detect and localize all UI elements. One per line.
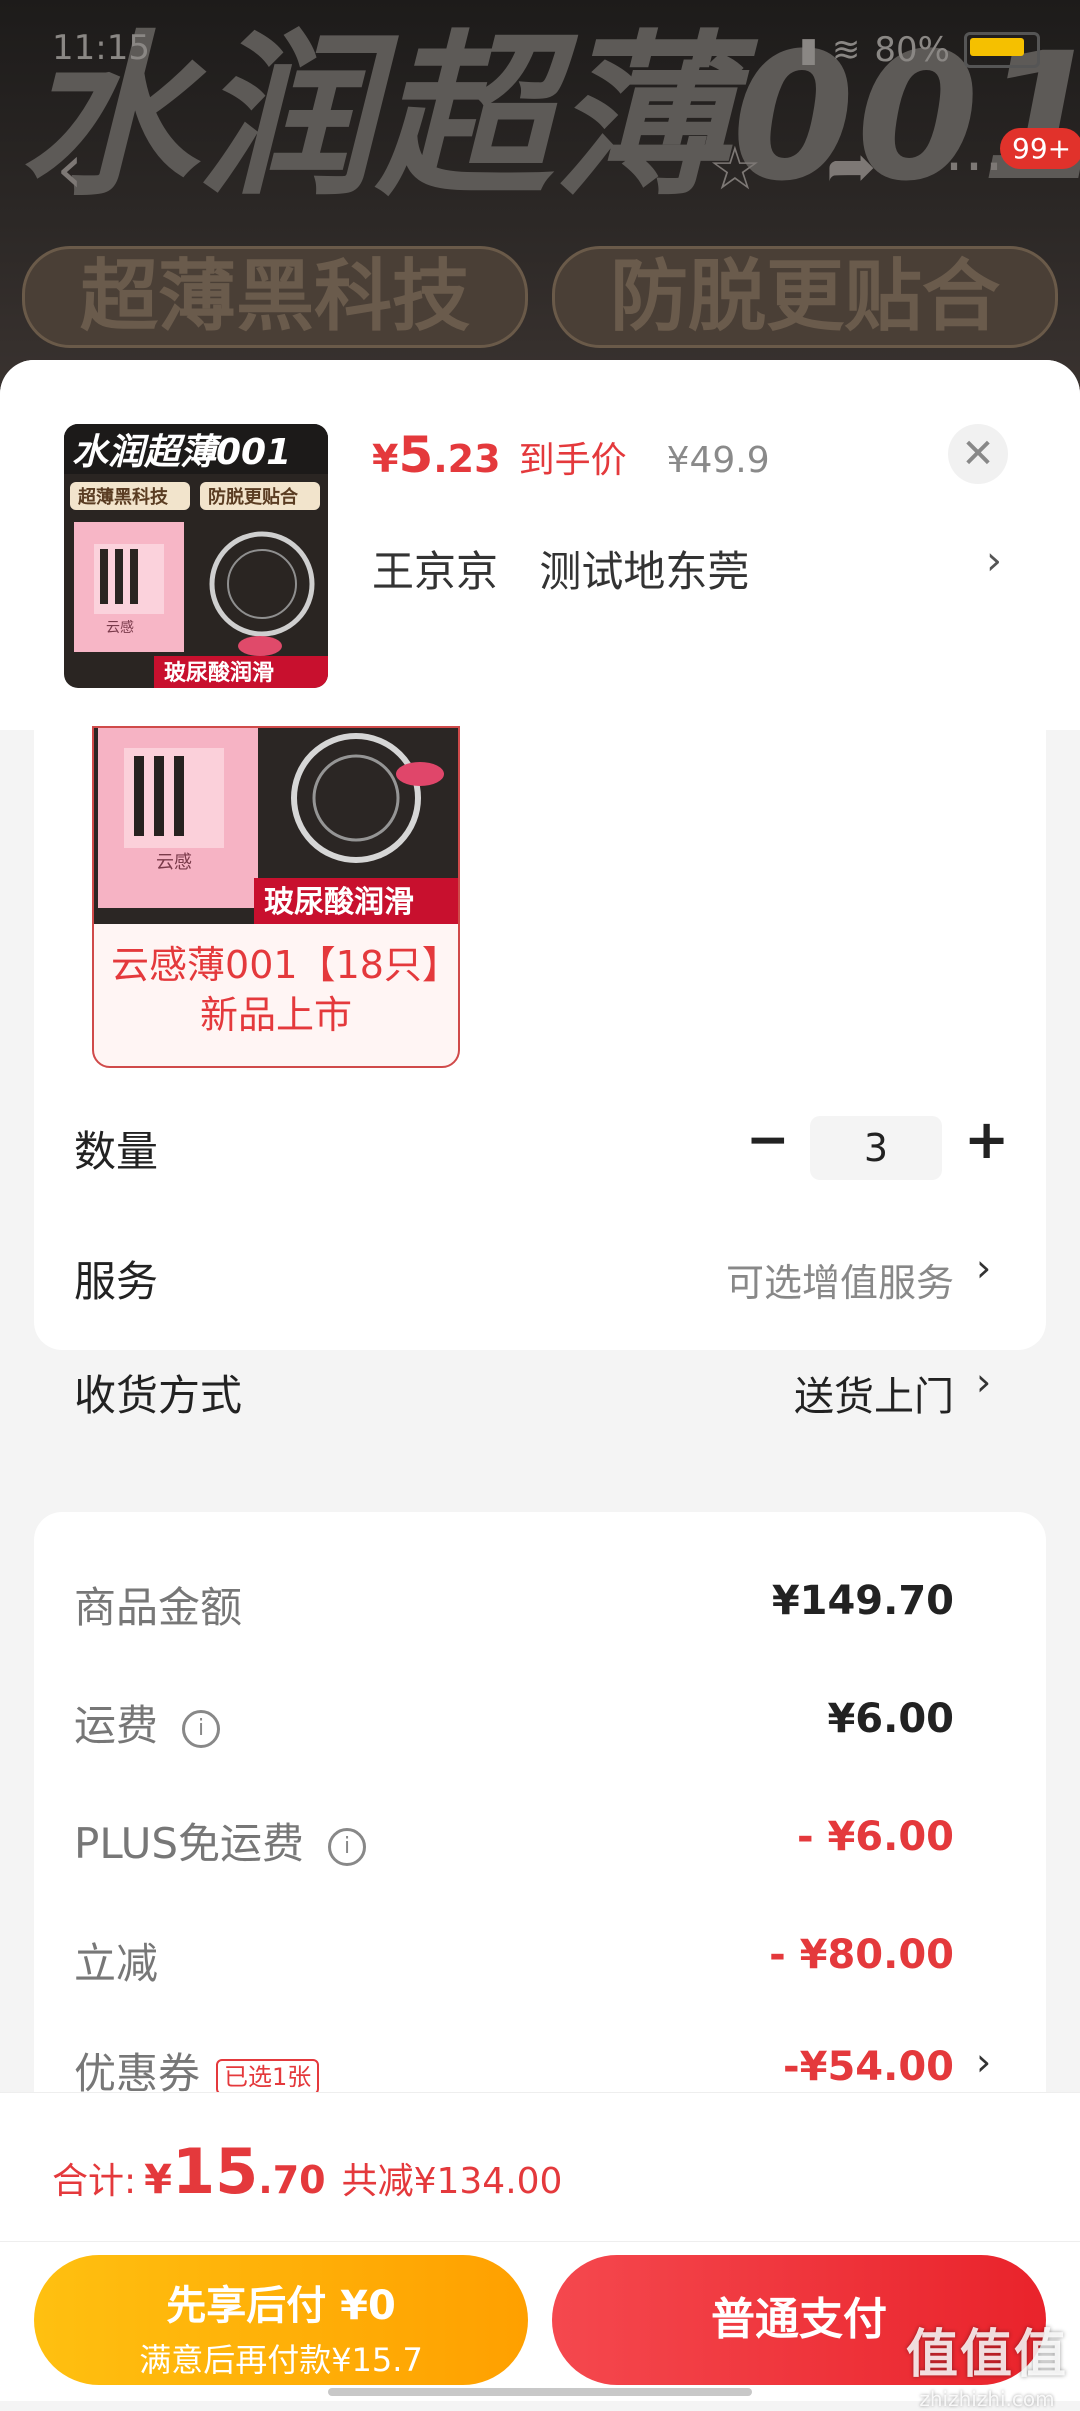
coupon-tag: 已选1张 xyxy=(216,2058,320,2095)
summary-value-goods: ¥149.70 xyxy=(771,1578,954,1624)
battery-icon xyxy=(964,32,1040,68)
price-integer: 5 xyxy=(398,426,434,484)
chevron-right-icon: › xyxy=(986,538,1002,584)
total-decimal: .70 xyxy=(258,2158,326,2202)
total-label: 合计: xyxy=(52,2161,137,2202)
close-icon: ✕ xyxy=(961,431,995,477)
original-price: ¥49.9 xyxy=(666,440,770,481)
thumb-footer: 玻尿酸润滑 xyxy=(164,660,274,686)
price-row: ¥ 5 .23 到手价 ¥49.9 xyxy=(372,426,770,484)
watermark-main: 值值值 xyxy=(905,2325,1068,2385)
back-icon[interactable]: ‹ xyxy=(56,130,83,209)
plus-label-text: PLUS免运费 xyxy=(74,1819,305,1868)
service-chevron-right-icon: › xyxy=(976,1246,992,1290)
pay-later-button[interactable]: 先享后付 ¥0 满意后再付款¥15.7 xyxy=(34,2255,528,2385)
increase-quantity-button[interactable]: + xyxy=(964,1108,1009,1171)
quantity-label: 数量 xyxy=(74,1127,159,1176)
wifi-icon: ≋ xyxy=(831,30,861,70)
banner-tag-1: 超薄黑科技 xyxy=(22,246,528,348)
total-yen: ¥ xyxy=(144,2157,172,2203)
address-row[interactable]: 王京京 测试地东莞 › xyxy=(372,538,1012,599)
total-row: 合计: ¥ 15 .70 共减¥134.00 xyxy=(52,2135,562,2208)
product-thumbnail: 水润超薄001 超薄黑科技 防脱更贴合 云感 玻尿酸润滑 xyxy=(64,424,328,688)
decrease-quantity-button[interactable]: − xyxy=(746,1110,790,1170)
more-icon[interactable]: ⋯ xyxy=(944,130,1008,200)
share-icon[interactable]: ➦ xyxy=(826,132,876,202)
sku-name: 云感薄001【18只】新品上市 xyxy=(111,943,441,1037)
price-decimal: .23 xyxy=(433,437,501,481)
close-button[interactable]: ✕ xyxy=(948,424,1008,484)
status-time: 11:15 xyxy=(52,28,150,68)
favorite-star-icon[interactable]: ☆ xyxy=(708,134,762,204)
summary-value-discount: - ¥80.00 xyxy=(769,1932,954,1978)
sku-footer: 玻尿酸润滑 xyxy=(264,885,414,920)
shipping-info-icon[interactable]: i xyxy=(182,1709,221,1748)
status-bar: 11:15 ▮ ≋ 80% xyxy=(0,24,1080,74)
summary-value-plus: - ¥6.00 xyxy=(796,1814,954,1860)
thumb-tag-1: 超薄黑科技 xyxy=(78,486,169,508)
address-name: 王京京 xyxy=(372,547,499,596)
thumb-tag-2: 防脱更贴合 xyxy=(208,486,299,508)
delivery-value[interactable]: 送货上门 xyxy=(794,1364,954,1422)
summary-value-shipping: ¥6.00 xyxy=(827,1696,954,1742)
thumb-title: 水润超薄001 xyxy=(72,432,291,473)
price-tag: 到手价 xyxy=(518,440,627,481)
address-place: 测试地东莞 xyxy=(539,547,750,596)
battery-percent: 80% xyxy=(874,30,950,70)
sku-option[interactable]: 云感 玻尿酸润滑 云感薄001【18只】新品上市 xyxy=(92,726,460,1068)
total-integer: 15 xyxy=(171,2135,259,2208)
price-yen: ¥ xyxy=(372,437,399,481)
coupon-label-text: 优惠券 xyxy=(74,2049,201,2098)
pay-later-main: 先享后付 ¥0 xyxy=(166,2283,396,2329)
thumb-box-brand: 云感 xyxy=(106,619,134,636)
watermark-logo: 值值值 zhizhizhi.com xyxy=(906,2312,1068,2411)
service-label: 服务 xyxy=(74,1257,159,1306)
shipping-label-text: 运费 xyxy=(74,1701,159,1750)
signal-icon: ▮ xyxy=(799,30,818,70)
delivery-label: 收货方式 xyxy=(74,1371,243,1420)
summary-label-goods: 商品金额 xyxy=(74,1583,243,1632)
summary-value-coupon[interactable]: -¥54.00 xyxy=(783,2044,954,2090)
plus-info-icon[interactable]: i xyxy=(328,1827,367,1866)
total-savings: 共减¥134.00 xyxy=(341,2161,563,2202)
sku-image: 云感 玻尿酸润滑 xyxy=(94,728,458,924)
coupon-chevron-right-icon: › xyxy=(976,2040,992,2084)
summary-label-shipping: 运费 i xyxy=(74,1692,221,1753)
summary-label-discount: 立减 xyxy=(74,1939,159,1988)
cart-badge: 99+ xyxy=(1000,128,1080,169)
pay-later-sub: 满意后再付款¥15.7 xyxy=(139,2341,423,2379)
service-value[interactable]: 可选增值服务 xyxy=(726,1252,954,1307)
delivery-chevron-right-icon: › xyxy=(976,1360,992,1404)
watermark-sub: zhizhizhi.com xyxy=(919,2387,1055,2411)
sheet-header: 水润超薄001 超薄黑科技 防脱更贴合 云感 玻尿酸润滑 ¥ 5 .23 到手价 xyxy=(0,360,1080,730)
sku-box-brand: 云感 xyxy=(156,852,192,873)
banner-tag-2: 防脱更贴合 xyxy=(552,246,1058,348)
top-nav: ‹ ☆ ➦ ⋯ xyxy=(0,130,1080,210)
summary-label-plus: PLUS免运费 i xyxy=(74,1810,367,1871)
home-indicator[interactable] xyxy=(328,2388,752,2396)
divider xyxy=(0,2241,1080,2242)
quantity-input[interactable]: 3 xyxy=(810,1116,942,1180)
options-card: 云感 玻尿酸润滑 云感薄001【18只】新品上市 数量 − 3 + 服务 可选增… xyxy=(34,726,1046,1420)
